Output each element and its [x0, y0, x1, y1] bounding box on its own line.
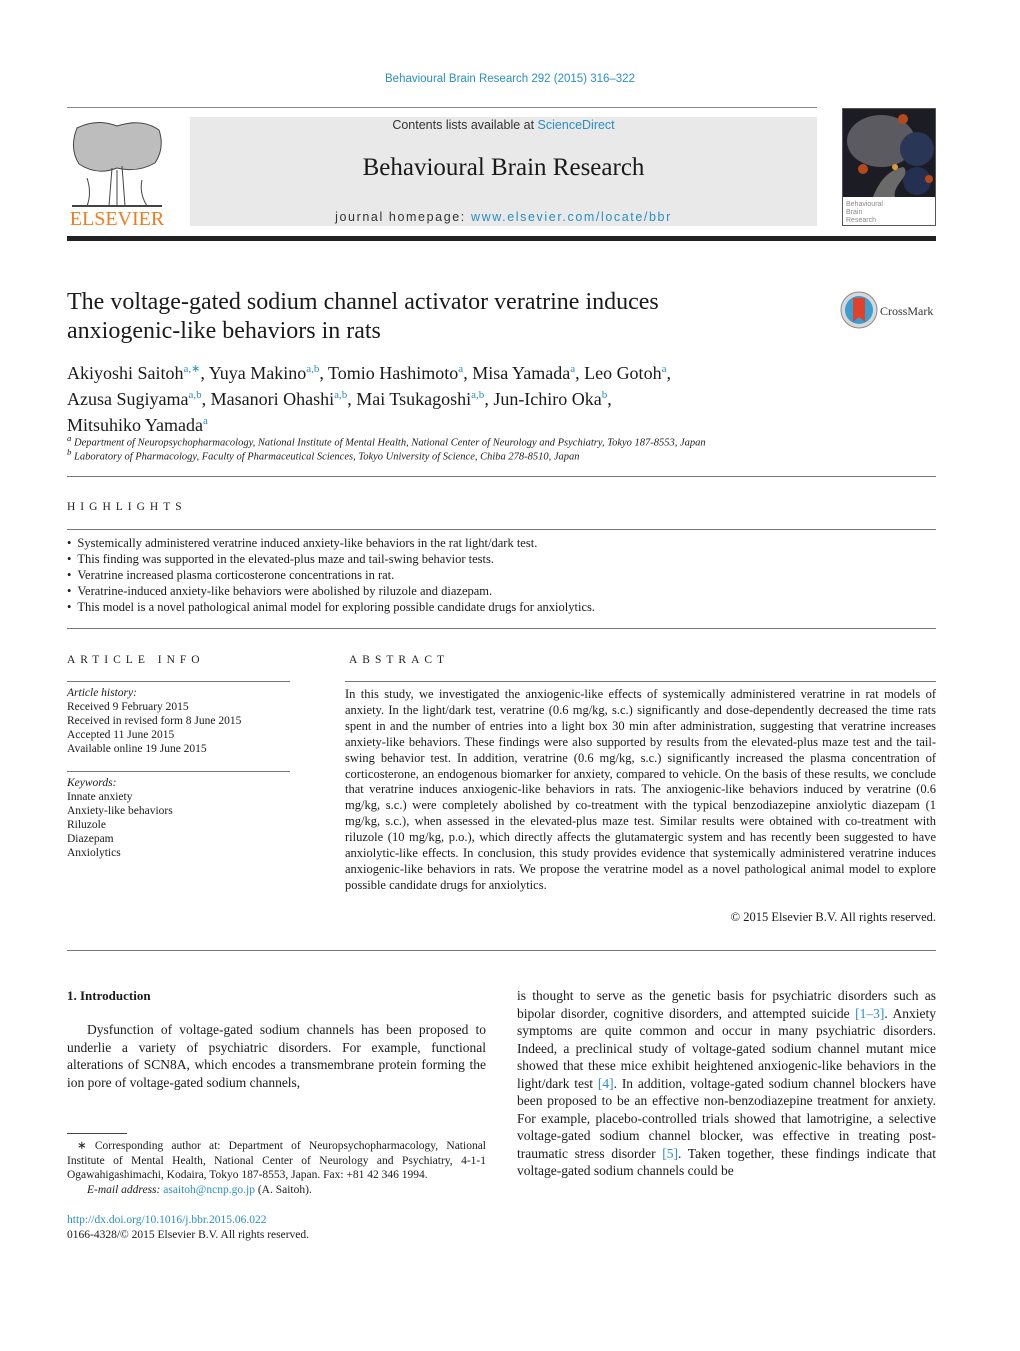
history-item: Accepted 11 June 2015 — [67, 729, 175, 741]
highlight-item: Veratrine increased plasma corticosteron… — [67, 567, 937, 583]
divider — [67, 771, 290, 772]
keyword[interactable]: Innate anxiety — [67, 790, 290, 804]
title-line-1: The voltage-gated sodium channel activat… — [67, 289, 659, 315]
article-title: The voltage-gated sodium channel activat… — [67, 288, 807, 346]
affiliation-b: b Laboratory of Pharmacology, Faculty of… — [67, 447, 580, 463]
corresponding-author-footnote: ∗ Corresponding author at: Department of… — [67, 1139, 486, 1197]
divider — [67, 681, 290, 682]
title-line-2: anxiogenic-like behaviors in rats — [67, 318, 381, 344]
history-item: Received in revised form 8 June 2015 — [67, 715, 242, 727]
journal-cover-image: Behavioural Brain Research — [843, 109, 935, 225]
author[interactable]: Akiyoshi Saitoha,∗ — [67, 363, 200, 383]
publisher-name: ELSEVIER — [70, 208, 165, 228]
abstract-copyright: © 2015 Elsevier B.V. All rights reserved… — [730, 910, 936, 924]
journal-citation[interactable]: Behavioural Brain Research 292 (2015) 31… — [0, 73, 1020, 85]
contents-prefix: Contents lists available at — [392, 118, 538, 132]
author[interactable]: Tomio Hashimotoa — [328, 363, 463, 383]
header-divider — [67, 107, 817, 108]
history-label: Article history: — [67, 687, 137, 699]
author-list: Akiyoshi Saitoha,∗, Yuya Makinoa,b, Tomi… — [67, 363, 671, 435]
divider — [67, 529, 936, 530]
abstract-text: In this study, we investigated the anxio… — [345, 687, 936, 892]
introduction-right-column: is thought to serve as the genetic basis… — [517, 988, 936, 1178]
crossmark-button[interactable]: CrossMark — [840, 290, 940, 330]
journal-title: Behavioural Brain Research — [362, 154, 645, 181]
divider — [67, 628, 936, 629]
email-label: E-mail address: — [87, 1183, 161, 1196]
homepage-prefix: journal homepage: — [335, 210, 471, 224]
divider — [67, 950, 936, 951]
doi-block: http://dx.doi.org/10.1016/j.bbr.2015.06.… — [67, 1213, 309, 1242]
svg-text:Behavioural: Behavioural — [846, 201, 883, 208]
elsevier-tree-icon: ELSEVIER — [70, 122, 165, 230]
keywords: Keywords: Innate anxiety Anxiety-like be… — [67, 776, 290, 860]
reference-link[interactable]: [1–3] — [855, 1006, 884, 1021]
journal-cover[interactable]: Behavioural Brain Research — [842, 108, 936, 226]
history-item: Received 9 February 2015 — [67, 701, 189, 713]
highlight-item: Veratrine-induced anxiety-like behaviors… — [67, 583, 937, 599]
elsevier-logo: ELSEVIER — [67, 118, 167, 230]
divider — [345, 681, 936, 682]
author[interactable]: Mai Tsukagoshia,b — [356, 389, 484, 409]
keyword[interactable]: Anxiolytics — [67, 846, 290, 860]
highlights-heading: HIGHLIGHTS — [67, 501, 187, 513]
doi-link[interactable]: http://dx.doi.org/10.1016/j.bbr.2015.06.… — [67, 1214, 266, 1226]
author[interactable]: Misa Yamadaa — [472, 363, 575, 383]
header-thick-divider — [67, 236, 936, 241]
sciencedirect-link[interactable]: ScienceDirect — [538, 118, 615, 132]
author[interactable]: Yuya Makinoa,b — [209, 363, 320, 383]
article-history: Article history: Received 9 February 201… — [67, 686, 290, 756]
highlight-item: This finding was supported in the elevat… — [67, 551, 937, 567]
introduction-heading: 1. Introduction — [67, 988, 151, 1003]
contents-line: Contents lists available at ScienceDirec… — [190, 118, 817, 132]
reference-link[interactable]: [5] — [662, 1146, 678, 1161]
crossmark-label: CrossMark — [880, 304, 933, 318]
highlight-item: This model is a novel pathological anima… — [67, 599, 937, 615]
highlights-list: Systemically administered veratrine indu… — [67, 535, 937, 615]
reference-link[interactable]: [4] — [598, 1076, 614, 1091]
homepage-link[interactable]: www.elsevier.com/locate/bbr — [471, 210, 672, 224]
keyword[interactable]: Riluzole — [67, 818, 290, 832]
crossmark-icon: CrossMark — [840, 291, 933, 329]
email-link[interactable]: asaitoh@ncnp.go.jp — [163, 1184, 255, 1196]
keywords-label: Keywords: — [67, 777, 117, 789]
issn-copyright: 0166-4328/© 2015 Elsevier B.V. All right… — [67, 1228, 310, 1241]
email-line: E-mail address: asaitoh@ncnp.go.jp (A. S… — [87, 1183, 312, 1196]
abstract-heading: ABSTRACT — [349, 654, 450, 666]
svg-text:Research: Research — [846, 217, 876, 224]
author[interactable]: Azusa Sugiyamaa,b — [67, 389, 202, 409]
footnote-divider — [67, 1133, 127, 1134]
author[interactable]: Mitsuhiko Yamadaa — [67, 415, 208, 435]
keyword[interactable]: Diazepam — [67, 832, 290, 846]
corresponding-text: ∗ Corresponding author at: Department of… — [67, 1140, 486, 1181]
divider — [67, 476, 936, 477]
history-item: Available online 19 June 2015 — [67, 743, 207, 755]
highlight-item: Systemically administered veratrine indu… — [67, 535, 937, 551]
author[interactable]: Masanori Ohashia,b — [211, 389, 348, 409]
keyword[interactable]: Anxiety-like behaviors — [67, 804, 290, 818]
author[interactable]: Leo Gotoha — [584, 363, 666, 383]
article-info-heading: ARTICLE INFO — [67, 654, 205, 666]
homepage-line: journal homepage: www.elsevier.com/locat… — [190, 210, 817, 224]
introduction-left-column: Dysfunction of voltage-gated sodium chan… — [67, 1022, 486, 1090]
svg-text:Brain: Brain — [846, 209, 862, 216]
author[interactable]: Jun-Ichiro Okab — [493, 389, 607, 409]
